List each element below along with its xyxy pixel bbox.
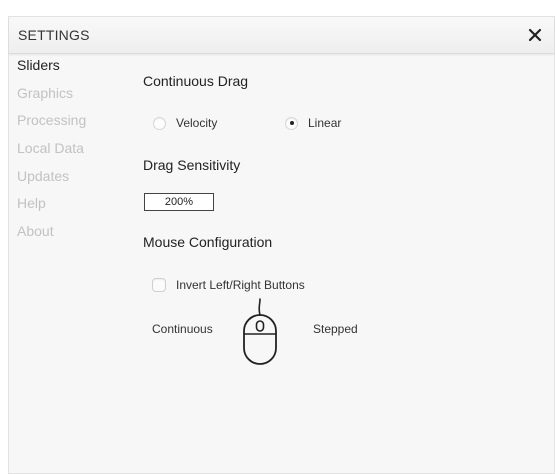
sidebar-item-help[interactable]: Help [17,194,127,222]
settings-sidebar: Sliders Graphics Processing Local Data U… [17,56,127,250]
dialog-header: SETTINGS [9,17,554,54]
invert-buttons-option[interactable]: Invert Left/Right Buttons [152,278,305,292]
linear-radio-option[interactable]: Linear [285,116,341,130]
sidebar-item-sliders[interactable]: Sliders [17,56,127,84]
mouse-icon [243,298,277,365]
stepped-mode-label[interactable]: Stepped [313,322,358,336]
sidebar-item-local-data[interactable]: Local Data [17,139,127,167]
continuous-mode-label[interactable]: Continuous [152,322,213,336]
sidebar-item-processing[interactable]: Processing [17,111,127,139]
sidebar-item-about[interactable]: About [17,222,127,250]
invert-buttons-label: Invert Left/Right Buttons [176,278,305,292]
close-button[interactable] [524,22,546,46]
velocity-radio[interactable] [153,116,166,130]
dialog-title: SETTINGS [18,27,90,43]
sidebar-item-graphics[interactable]: Graphics [17,84,127,112]
linear-radio[interactable] [285,116,298,130]
velocity-label: Velocity [176,116,218,130]
mouse-configuration-heading: Mouse Configuration [143,234,273,250]
drag-sensitivity-heading: Drag Sensitivity [143,157,241,173]
sidebar-item-updates[interactable]: Updates [17,167,127,195]
velocity-radio-option[interactable]: Velocity [153,116,217,130]
close-icon [528,28,542,42]
drag-sensitivity-input[interactable]: 200% [144,193,214,211]
continuous-drag-heading: Continuous Drag [143,73,249,89]
linear-label: Linear [308,116,342,130]
invert-buttons-checkbox[interactable] [152,278,166,292]
